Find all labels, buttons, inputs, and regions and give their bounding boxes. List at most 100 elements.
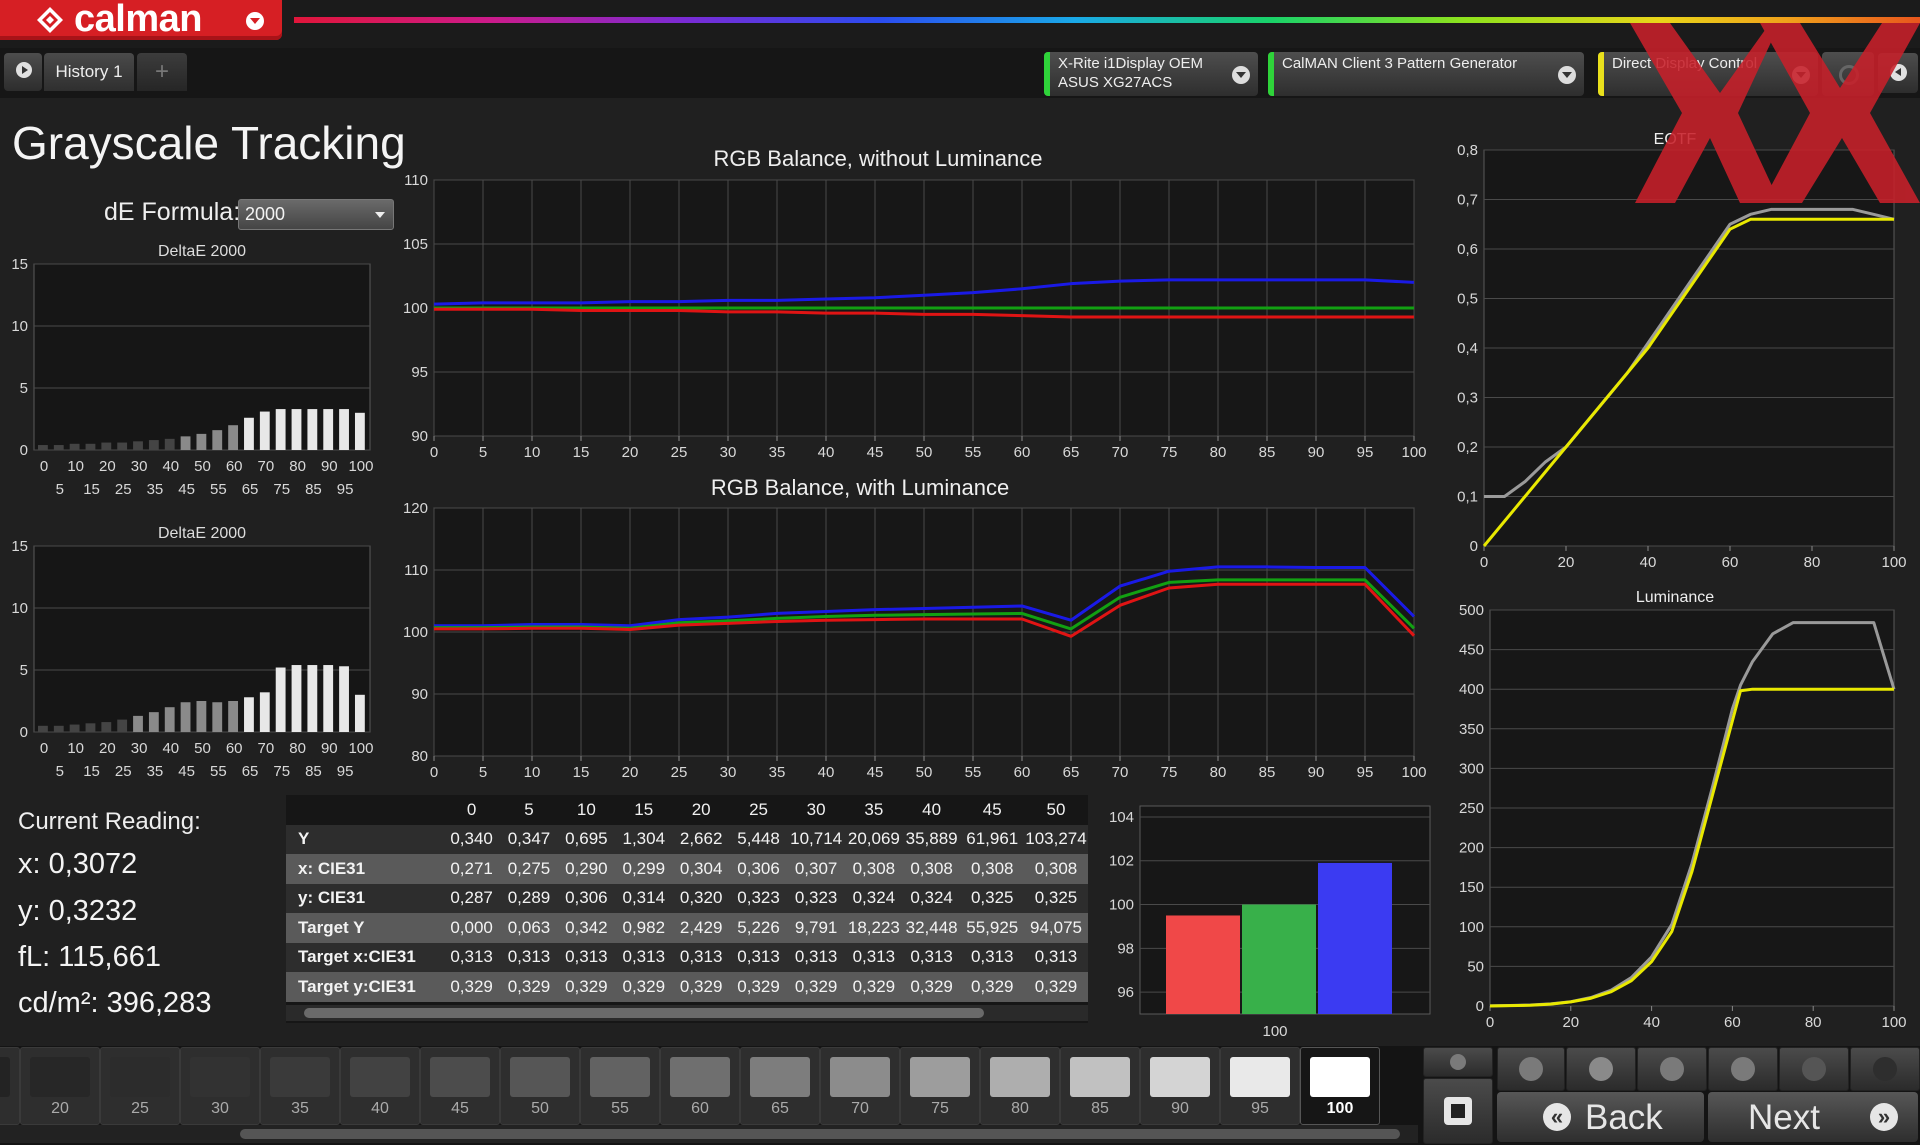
- device-pattern-generator[interactable]: CalMAN Client 3 Pattern Generator: [1268, 52, 1584, 96]
- chevron-down-icon[interactable]: [1232, 66, 1250, 84]
- tick-label: 450: [1459, 642, 1484, 659]
- tick-label: 80: [1804, 554, 1821, 571]
- tick-label: 150: [1459, 879, 1484, 896]
- bar: [85, 443, 96, 450]
- patch-swatch[interactable]: 70: [820, 1047, 900, 1125]
- device-meter[interactable]: X-Rite i1Display OEM ASUS XG27ACS: [1044, 52, 1258, 96]
- patch-swatch[interactable]: 65: [740, 1047, 820, 1125]
- bar: [148, 440, 159, 450]
- stop-icon: [1519, 1057, 1543, 1081]
- device-status-indicator: [1268, 52, 1274, 96]
- patch-strip-scrollbar[interactable]: [0, 1125, 1418, 1143]
- tick-label: 50: [916, 444, 933, 461]
- record-button[interactable]: [1423, 1078, 1493, 1144]
- tab-history[interactable]: History 1: [44, 53, 134, 91]
- table-cell: 0,313: [902, 942, 961, 972]
- table-cell: 0,982: [615, 913, 673, 943]
- play-icon[interactable]: [4, 53, 42, 91]
- patch-swatch[interactable]: 75: [900, 1047, 980, 1125]
- table-cell: 103,274: [1024, 824, 1088, 854]
- next-button[interactable]: Next »: [1708, 1092, 1918, 1142]
- table-header-row: 0 5 10 15 20 25 30 35 40 45 50: [286, 795, 1088, 825]
- tick-label: 100: [348, 740, 373, 757]
- calman-logo-button[interactable]: calman: [0, 0, 282, 40]
- table-cell: 0,324: [844, 883, 903, 913]
- tick-label: 0,6: [1457, 241, 1478, 258]
- patch-swatch[interactable]: 15: [0, 1047, 20, 1125]
- patch-swatch[interactable]: 100: [1300, 1047, 1380, 1125]
- tick-label: 5: [56, 481, 64, 498]
- tick-label: 20: [1562, 1014, 1579, 1031]
- tick-label: 60: [1014, 444, 1031, 461]
- table-cell: 61,961: [960, 824, 1024, 854]
- patch-swatch[interactable]: 60: [660, 1047, 740, 1125]
- table-cell: 5,448: [729, 824, 788, 854]
- tick-label: 55: [210, 763, 227, 780]
- patch-swatch[interactable]: 80: [980, 1047, 1060, 1125]
- patch-color-chip: [670, 1057, 730, 1097]
- tick-label: 50: [916, 764, 933, 781]
- table-cell: 0,271: [442, 854, 501, 884]
- patch-label: 15: [0, 1100, 19, 1118]
- chevron-down-icon[interactable]: [246, 12, 264, 30]
- back-label: Back: [1585, 1098, 1663, 1137]
- de-formula-select[interactable]: 2000: [238, 199, 394, 230]
- tick-label: 65: [1063, 764, 1080, 781]
- patch-swatch[interactable]: 90: [1140, 1047, 1220, 1125]
- chevron-down-icon[interactable]: [1558, 66, 1576, 84]
- bar: [339, 666, 349, 732]
- tick-label: 70: [258, 740, 275, 757]
- tick-label: 85: [305, 481, 322, 498]
- patch-color-chip: [590, 1057, 650, 1097]
- patch-swatch[interactable]: 45: [420, 1047, 500, 1125]
- patch-swatch[interactable]: 20: [20, 1047, 100, 1125]
- extra-button[interactable]: [1850, 1047, 1920, 1091]
- table-horizontal-scrollbar[interactable]: [286, 1005, 1088, 1021]
- fit-button[interactable]: [1637, 1047, 1707, 1091]
- patch-swatch[interactable]: 85: [1060, 1047, 1140, 1125]
- patch-swatch[interactable]: 50: [500, 1047, 580, 1125]
- patch-label: 25: [131, 1100, 149, 1117]
- table-cell: 94,075: [1024, 913, 1088, 943]
- play-button[interactable]: [1566, 1047, 1636, 1091]
- tick-label: 40: [1640, 554, 1657, 571]
- patch-swatch[interactable]: 55: [580, 1047, 660, 1125]
- tick-label: 100: [1881, 1014, 1906, 1031]
- tick-label: 10: [67, 740, 84, 757]
- stop-button[interactable]: [1497, 1047, 1565, 1091]
- scrollbar-thumb[interactable]: [304, 1008, 984, 1018]
- tick-label: 100: [1401, 444, 1426, 461]
- patch-color-chip: [1070, 1057, 1130, 1097]
- tick-label: 40: [818, 764, 835, 781]
- bar: [101, 722, 112, 732]
- table-cell: 0,329: [442, 972, 501, 1002]
- tick-label: 95: [411, 364, 428, 381]
- tick-label: 200: [1459, 840, 1484, 857]
- patch-color-chip: [0, 1057, 10, 1097]
- refresh-button[interactable]: [1779, 1047, 1849, 1091]
- tick-label: 0,8: [1457, 142, 1478, 159]
- tick-label: 0: [1470, 538, 1478, 555]
- scroll-up-button[interactable]: [1423, 1047, 1493, 1077]
- back-button[interactable]: « Back: [1497, 1092, 1704, 1142]
- tick-label: 35: [147, 763, 164, 780]
- bar: [196, 701, 207, 732]
- patch-swatch[interactable]: 95: [1220, 1047, 1300, 1125]
- patch-swatch[interactable]: 30: [180, 1047, 260, 1125]
- patch-swatch[interactable]: 35: [260, 1047, 340, 1125]
- column-header: 20: [691, 799, 711, 819]
- scrollbar-thumb[interactable]: [240, 1129, 1400, 1139]
- add-tab-button[interactable]: +: [137, 53, 187, 91]
- bar: [275, 409, 286, 450]
- continuous-button[interactable]: [1708, 1047, 1778, 1091]
- bar: [244, 697, 254, 732]
- bar: [69, 443, 80, 450]
- bar: [291, 409, 302, 450]
- patch-swatch[interactable]: 40: [340, 1047, 420, 1125]
- patch-label: 35: [291, 1100, 309, 1117]
- patch-swatch[interactable]: 25: [100, 1047, 180, 1125]
- chevrons-left-icon: «: [1543, 1103, 1571, 1131]
- reading-fl: fL: 115,661: [18, 941, 161, 973]
- table-cell: 0,313: [787, 942, 845, 972]
- next-label: Next: [1748, 1098, 1820, 1137]
